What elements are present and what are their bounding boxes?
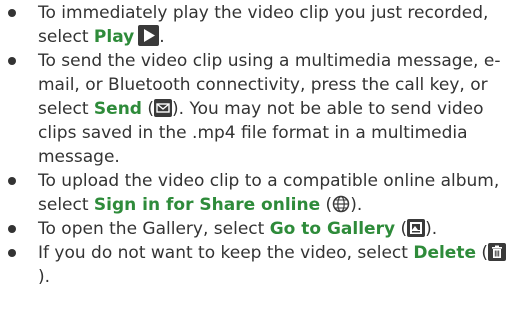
list-item-send: To send the video clip using a multimedi… [8, 49, 514, 169]
delete-command: Delete [413, 243, 476, 263]
paren-open: ( [141, 99, 155, 119]
paren-close: ) [350, 195, 357, 215]
item-text-end: . [431, 219, 438, 239]
go-to-gallery-command: Go to Gallery [269, 219, 396, 239]
list-item-gallery: To open the Gallery, select Go to Galler… [8, 217, 514, 241]
gallery-icon [407, 219, 426, 237]
item-text-end: . [44, 267, 51, 287]
list-item-delete: If you do not want to keep the video, se… [8, 241, 514, 289]
paren-close: ) [172, 99, 179, 119]
item-text-end: . [159, 27, 165, 47]
envelope-icon [154, 99, 173, 117]
instruction-list: To immediately play the video clip you j… [8, 1, 514, 289]
item-text: If you do not want to keep the video, se… [38, 243, 414, 263]
bullet-dot [8, 249, 16, 257]
paren-open: ( [475, 243, 489, 263]
bullet-dot [8, 177, 16, 185]
item-text: To open the Gallery, select [38, 219, 270, 239]
bullet-dot [8, 57, 16, 65]
paren-open: ( [395, 219, 408, 239]
play-icon [138, 25, 160, 46]
bullet-dot [8, 9, 16, 17]
list-item-share-online: To upload the video clip to a compatible… [8, 169, 514, 217]
send-command: Send [93, 99, 142, 119]
paren-close: ) [425, 219, 432, 239]
play-command: Play [93, 27, 135, 47]
paren-close: ) [38, 267, 45, 287]
share-online-command: Sign in for Share online [93, 195, 321, 215]
trash-icon [488, 243, 507, 261]
bullet-dot [8, 225, 16, 233]
item-text-end: . [356, 195, 363, 215]
paren-open: ( [320, 195, 333, 215]
list-item-play: To immediately play the video clip you j… [8, 1, 514, 49]
globe-icon [332, 195, 350, 213]
instruction-page: To immediately play the video clip you j… [0, 0, 518, 322]
